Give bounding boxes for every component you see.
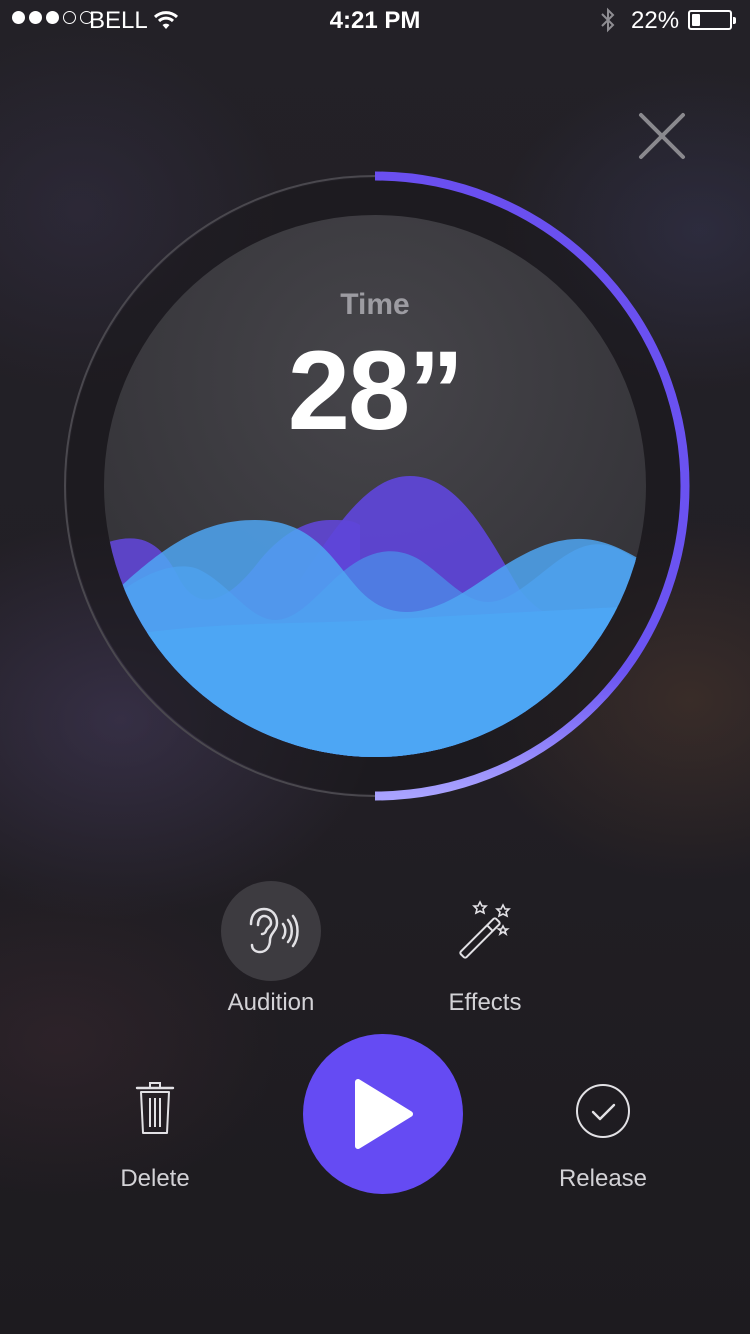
play-button[interactable] [303,1034,463,1194]
time-label: Time [340,288,410,321]
trash-icon [135,1082,175,1134]
release-button[interactable]: Release [543,1081,663,1193]
effects-label: Effects [448,989,522,1016]
time-value: 28” [287,328,465,453]
effects-icon-wrap [420,900,550,960]
delete-button[interactable]: Delete [95,1081,215,1193]
play-icon [355,1079,413,1149]
release-label: Release [558,1165,648,1192]
check-circle-icon [576,1084,630,1138]
delete-icon-wrap [95,1081,215,1141]
audition-button[interactable]: Audition [206,881,336,1017]
delete-label: Delete [120,1165,190,1192]
magic-wand-icon [459,900,511,959]
audition-label: Audition [227,989,315,1016]
effects-button[interactable]: Effects [420,900,550,1017]
audition-icon-circle[interactable] [221,881,321,981]
release-icon-wrap [543,1081,663,1141]
ear-icon [249,907,299,954]
